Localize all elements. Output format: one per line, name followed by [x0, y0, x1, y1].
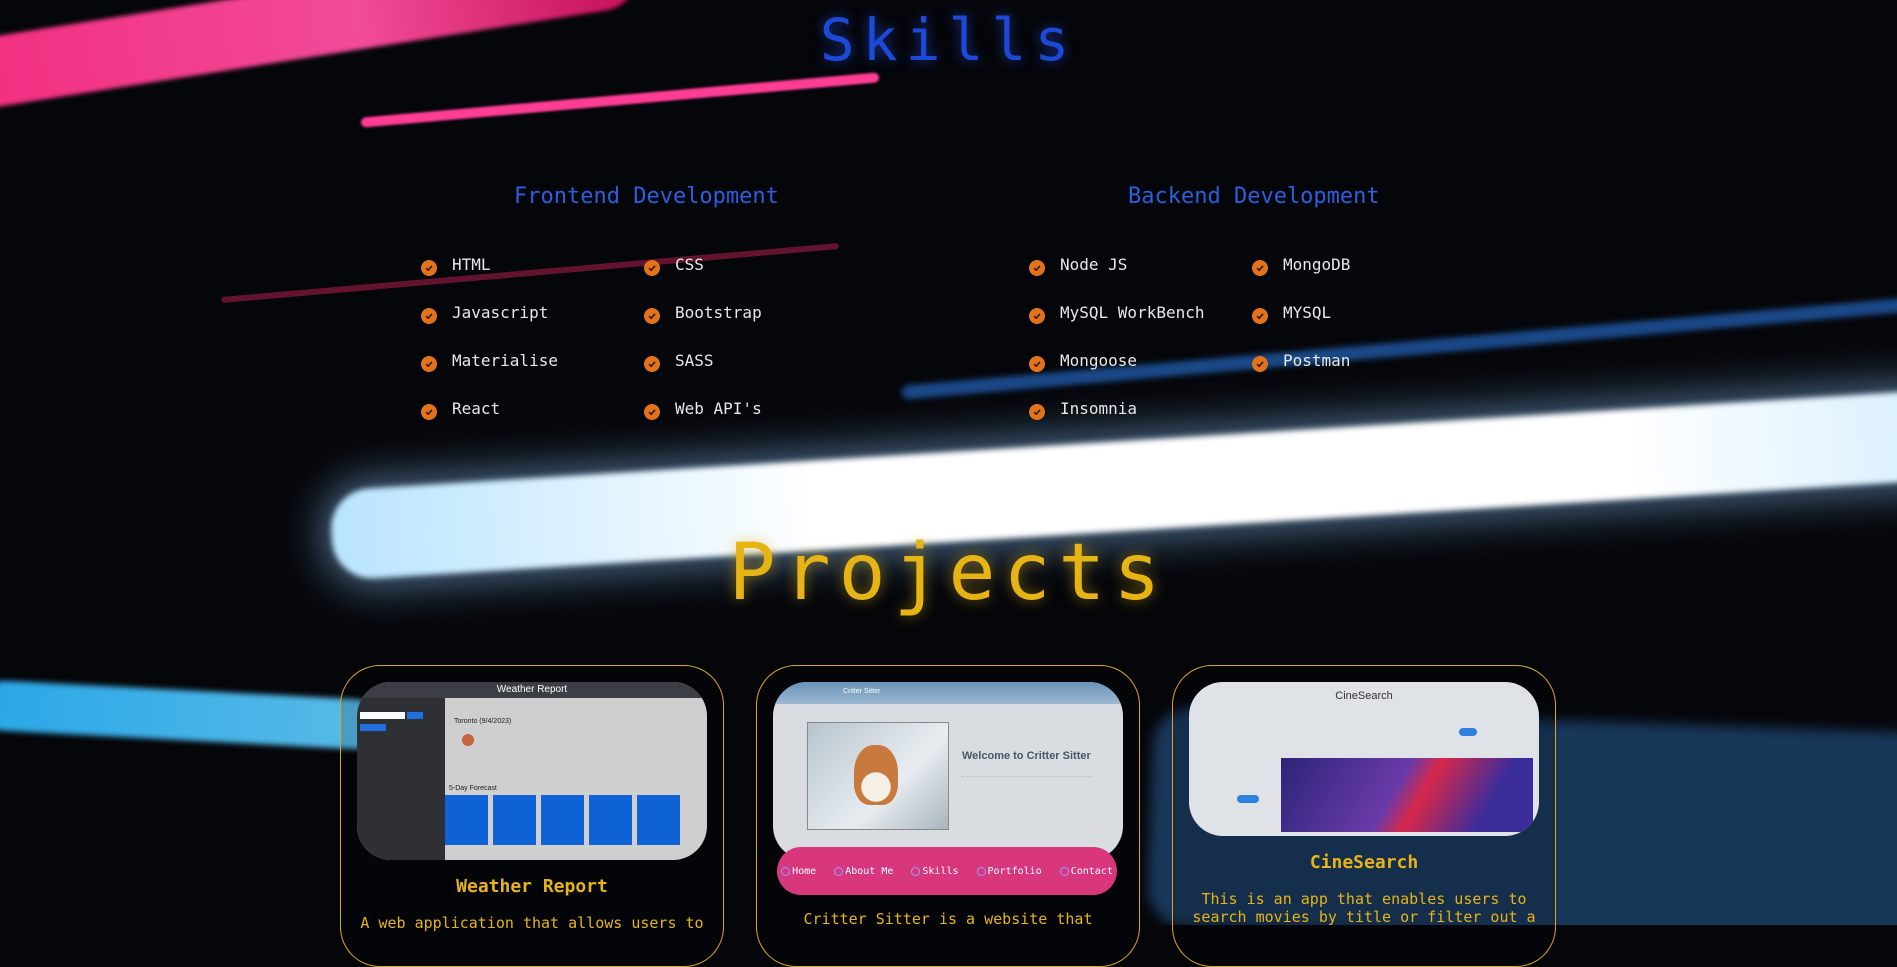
critter-brand: Critter Sitter	[843, 688, 881, 695]
skill-item: Mongoose	[1029, 348, 1252, 372]
project-card-weather[interactable]: Weather Report Toronto (9/4/2023) 5-Day …	[340, 665, 724, 967]
project-card-critter-sitter[interactable]: Critter Sitter Welcome to Critter Sitter…	[756, 665, 1140, 967]
skill-item: MongoDB	[1252, 252, 1475, 276]
check-badge-icon	[644, 308, 660, 324]
skill-label: MongoDB	[1283, 254, 1351, 274]
nav-about[interactable]: About Me	[834, 866, 893, 877]
check-badge-icon	[421, 260, 437, 276]
nav-portfolio[interactable]: Portfolio	[976, 865, 1042, 877]
check-badge-icon	[1252, 356, 1268, 372]
skill-label: Mongoose	[1060, 350, 1138, 370]
check-badge-icon	[1029, 260, 1045, 276]
nav-label: Portfolio	[987, 865, 1042, 877]
portfolio-icon	[976, 866, 986, 876]
skill-item: Node JS	[1029, 252, 1252, 276]
nav-label: About Me	[845, 865, 894, 877]
skill-item: MySQL WorkBench	[1029, 300, 1252, 324]
project-card-cinesearch[interactable]: CineSearch CineSearch This is an app tha…	[1172, 665, 1556, 967]
skill-item: Insomnia	[1029, 396, 1252, 420]
cinesearch-clear-button	[1237, 795, 1259, 803]
check-badge-icon	[644, 356, 660, 372]
skill-label: Insomnia	[1060, 398, 1138, 418]
critter-sitter-screenshot[interactable]: Critter Sitter Welcome to Critter Sitter	[773, 682, 1123, 860]
cinesearch-search-button	[1459, 728, 1477, 736]
cinesearch-app-title: CineSearch	[1335, 690, 1393, 702]
skill-label: Javascript	[452, 302, 549, 322]
skill-item: React	[421, 396, 644, 420]
weather-screenshot[interactable]: Weather Report Toronto (9/4/2023) 5-Day …	[357, 682, 707, 860]
cinesearch-screenshot[interactable]: CineSearch	[1189, 682, 1539, 836]
skill-label: Bootstrap	[675, 302, 762, 322]
projects-title: Projects	[728, 528, 1169, 618]
skill-item: CSS	[644, 252, 867, 276]
pink-light-streak-thin	[360, 72, 880, 128]
backend-heading: Backend Development	[1128, 184, 1380, 209]
card-description: Critter Sitter is a website that	[803, 910, 1093, 928]
floating-nav: Home About Me Skills Portfolio Contact	[777, 847, 1117, 895]
card-description: A web application that allows users to	[360, 914, 704, 932]
forecast-label: 5-Day Forecast	[449, 785, 497, 792]
skills-icon	[911, 866, 921, 876]
puppy-photo	[807, 722, 949, 830]
nav-label: Contact	[1070, 865, 1113, 877]
nav-skills[interactable]: Skills	[911, 865, 959, 877]
skill-label: Node JS	[1060, 254, 1128, 274]
skill-label: React	[452, 398, 501, 418]
weather-search-input	[360, 712, 405, 719]
home-icon	[781, 866, 791, 876]
skill-item: HTML	[421, 252, 644, 276]
check-badge-icon	[1252, 260, 1268, 276]
skill-label: Postman	[1283, 350, 1351, 370]
critter-subtext	[962, 776, 1092, 793]
check-badge-icon	[1029, 308, 1045, 324]
check-badge-icon	[421, 356, 437, 372]
card-title[interactable]: Weather Report	[341, 876, 723, 897]
skill-item: Bootstrap	[644, 300, 867, 324]
weather-city: Toronto (9/4/2023)	[454, 718, 512, 725]
skill-label: MYSQL	[1283, 302, 1332, 322]
card-title[interactable]: CineSearch	[1173, 852, 1555, 873]
skill-item: Web API's	[644, 396, 867, 420]
weather-sidebar	[357, 698, 445, 860]
weather-clear-button	[360, 724, 386, 731]
nav-contact[interactable]: Contact	[1059, 865, 1113, 877]
skill-label: CSS	[675, 254, 704, 274]
nav-label: Home	[792, 865, 817, 877]
card-description: This is an app that enables users to sea…	[1192, 890, 1536, 926]
weather-search-button	[407, 712, 423, 719]
skill-label: SASS	[675, 350, 714, 370]
skill-label: Web API's	[675, 398, 762, 418]
nav-label: Skills	[922, 865, 959, 877]
forecast-cards	[445, 795, 680, 845]
check-badge-icon	[644, 260, 660, 276]
movie-trailer-image	[1281, 758, 1533, 832]
frontend-heading: Frontend Development	[514, 184, 779, 209]
check-badge-icon	[644, 404, 660, 420]
skill-label: MySQL WorkBench	[1060, 302, 1205, 322]
skill-item: Materialise	[421, 348, 644, 372]
skill-item: Javascript	[421, 300, 644, 324]
contact-icon	[1059, 866, 1069, 876]
puppy-image	[854, 745, 898, 805]
check-badge-icon	[421, 308, 437, 324]
check-badge-icon	[1029, 356, 1045, 372]
frontend-skill-list: HTML CSS Javascript Bootstrap Materialise SAS…	[421, 252, 881, 420]
skill-item: MYSQL	[1252, 300, 1475, 324]
nav-home[interactable]: Home	[781, 866, 816, 877]
critter-navbar: Critter Sitter	[773, 682, 1123, 704]
cyan-light-streak	[0, 679, 382, 751]
skills-title: Skills	[819, 6, 1078, 74]
skill-label: Materialise	[452, 350, 558, 370]
skill-item: SASS	[644, 348, 867, 372]
backend-skill-list: Node JS MongoDB MySQL WorkBench MYSQL Mongoo…	[1029, 252, 1489, 420]
weather-app-title: Weather Report	[357, 682, 707, 698]
check-badge-icon	[1029, 404, 1045, 420]
skill-item: Postman	[1252, 348, 1475, 372]
person-icon	[834, 866, 844, 876]
check-badge-icon	[1252, 308, 1268, 324]
critter-heading: Welcome to Critter Sitter	[962, 750, 1091, 762]
skill-label: HTML	[452, 254, 491, 274]
weather-icon	[462, 734, 474, 746]
check-badge-icon	[421, 404, 437, 420]
